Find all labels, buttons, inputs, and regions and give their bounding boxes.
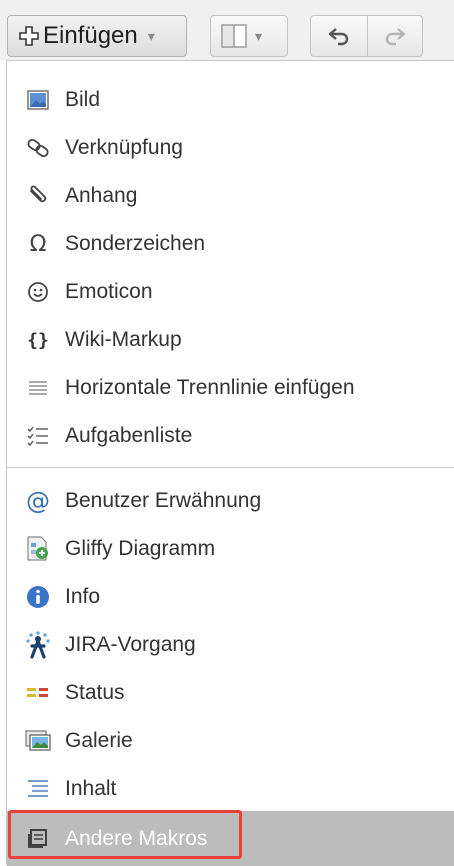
menu-item-wiki-markup[interactable]: {} Wiki-Markup: [7, 316, 454, 364]
menu-item-label: Galerie: [65, 729, 133, 752]
macro-icon: [23, 824, 53, 854]
menu-item-table-of-contents[interactable]: Inhalt: [7, 765, 454, 813]
page-layout-button[interactable]: ▾: [210, 15, 288, 57]
link-icon: [23, 133, 53, 163]
menu-item-label: JIRA-Vorgang: [65, 633, 196, 656]
toc-icon: [23, 774, 53, 804]
menu-item-label: Horizontale Trennlinie einfügen: [65, 376, 355, 399]
insert-button-label: Einfügen: [43, 22, 138, 49]
chevron-down-icon: ▾: [255, 27, 263, 44]
undo-button[interactable]: [310, 15, 368, 57]
task-list-icon: [23, 421, 53, 451]
image-icon: [23, 85, 53, 115]
menu-item-user-mention[interactable]: @ Benutzer Erwähnung: [7, 477, 454, 525]
menu-item-label: Anhang: [65, 184, 138, 207]
menu-item-image[interactable]: Bild: [7, 76, 454, 124]
menu-item-attachment[interactable]: Anhang: [7, 172, 454, 220]
insert-dropdown-menu: Bild Verknüpfung Anhang Ω Sonderzeichen: [6, 60, 454, 866]
menu-item-other-macros[interactable]: Andere Makros: [7, 811, 454, 866]
plus-icon: [18, 25, 40, 47]
horizontal-rule-icon: [23, 373, 53, 403]
redo-button[interactable]: [367, 15, 423, 57]
menu-item-emoticon[interactable]: Emoticon: [7, 268, 454, 316]
menu-item-link[interactable]: Verknüpfung: [7, 124, 454, 172]
menu-item-label: Benutzer Erwähnung: [65, 489, 262, 512]
menu-item-label: Status: [65, 681, 125, 704]
jira-icon: [23, 630, 53, 660]
menu-item-label: Verknüpfung: [65, 136, 183, 159]
gliffy-icon: [23, 534, 53, 564]
menu-item-label: Emoticon: [65, 280, 153, 303]
layout-icon: [221, 24, 247, 48]
redo-icon: [383, 26, 407, 46]
at-icon: @: [26, 487, 50, 515]
menu-item-jira-issue[interactable]: JIRA-Vorgang: [7, 621, 454, 669]
braces-icon: {}: [27, 329, 49, 351]
menu-item-label: Inhalt: [65, 777, 117, 800]
menu-item-label: Sonderzeichen: [65, 232, 206, 255]
menu-item-status[interactable]: Status: [7, 669, 454, 717]
menu-item-label: Bild: [65, 88, 101, 111]
info-icon: [23, 582, 53, 612]
status-icon: [23, 678, 53, 708]
chevron-down-icon: ▾: [147, 27, 155, 44]
editor-toolbar: Einfügen ▾ ▾: [0, 0, 454, 60]
menu-item-task-list[interactable]: Aufgabenliste: [7, 412, 454, 460]
undo-icon: [327, 26, 351, 46]
menu-item-label: Wiki-Markup: [65, 328, 182, 351]
menu-item-label: Gliffy Diagramm: [65, 537, 216, 560]
menu-item-label: Info: [65, 585, 101, 608]
menu-item-horizontal-rule[interactable]: Horizontale Trennlinie einfügen: [7, 364, 454, 412]
gallery-icon: [23, 726, 53, 756]
menu-item-gallery[interactable]: Galerie: [7, 717, 454, 765]
menu-divider: [7, 467, 454, 468]
paperclip-icon: [23, 181, 53, 211]
omega-icon: Ω: [29, 231, 47, 257]
menu-item-label: Aufgabenliste: [65, 424, 193, 447]
menu-item-special-characters[interactable]: Ω Sonderzeichen: [7, 220, 454, 268]
menu-item-info[interactable]: Info: [7, 573, 454, 621]
menu-item-gliffy-diagram[interactable]: Gliffy Diagramm: [7, 525, 454, 573]
menu-item-label: Andere Makros: [65, 826, 208, 850]
insert-button[interactable]: Einfügen ▾: [7, 15, 187, 57]
smiley-icon: [23, 277, 53, 307]
